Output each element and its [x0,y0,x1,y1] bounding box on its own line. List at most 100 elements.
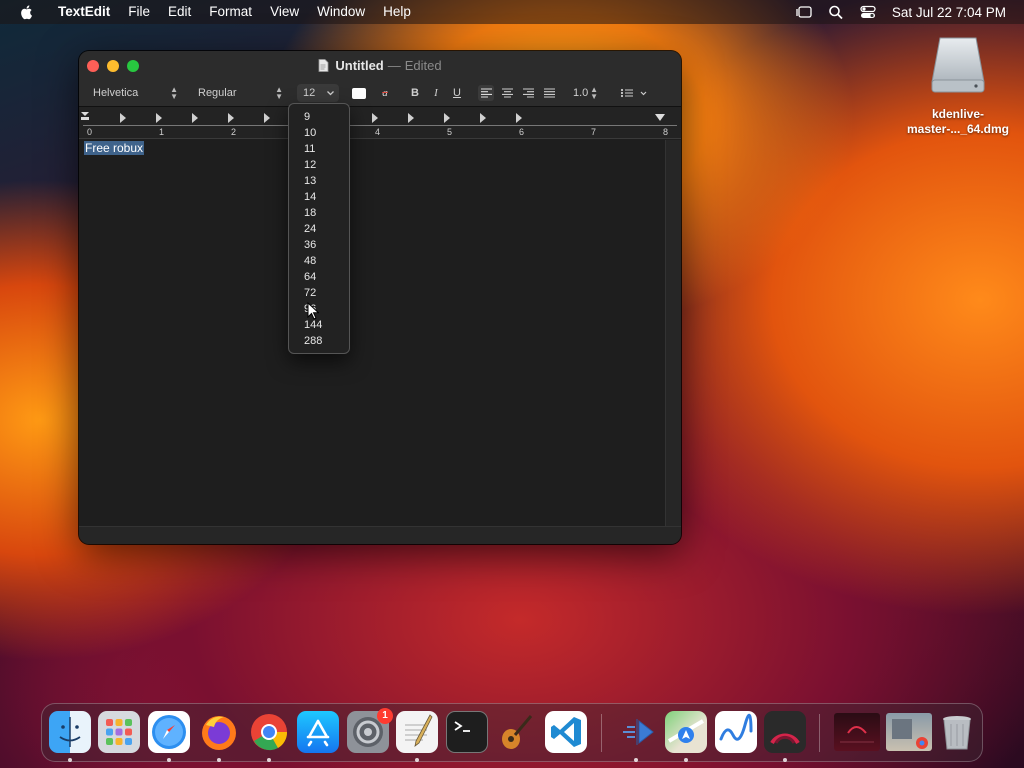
dock-terminal-icon[interactable] [446,711,488,753]
highlight-color-button[interactable]: a [377,85,393,101]
document-text-area[interactable]: Free robux [79,140,665,526]
font-size-dropdown-menu: 9 10 11 12 13 14 18 24 36 48 64 72 96 14… [288,103,350,354]
textedit-window: Untitled — Edited Helvetica ▲ ▼ Regular ▲ ▼ … [79,51,681,544]
menu-format[interactable]: Format [200,0,261,24]
desktop-dmg-file[interactable]: kdenlive- master-..._64.dmg [898,36,1018,137]
trash-can-icon [943,716,971,750]
underline-button[interactable]: U [449,85,465,101]
ruler-number: 6 [519,127,525,137]
font-size-option[interactable]: 14 [289,189,349,205]
dock-trash-icon[interactable] [936,711,978,753]
font-style-popup[interactable]: Regular ▲ ▼ [192,84,288,102]
dock-finder-icon[interactable] [49,711,91,753]
menu-file[interactable]: File [119,0,159,24]
align-center-button[interactable] [499,85,515,101]
ruler-number: 5 [447,127,453,137]
justify-button[interactable] [541,85,557,101]
font-size-option[interactable]: 11 [289,141,349,157]
menu-window[interactable]: Window [308,0,374,24]
menu-help[interactable]: Help [374,0,420,24]
control-center-icon[interactable] [859,4,877,20]
dock-chrome-icon[interactable] [248,711,290,753]
apple-menu-icon[interactable] [19,4,35,20]
mouse-pointer-icon [307,302,319,320]
align-left-button[interactable] [478,85,494,101]
selected-document-text[interactable]: Free robux [84,141,145,155]
align-center-icon [501,88,513,98]
menu-view[interactable]: View [261,0,308,24]
font-family-value: Helvetica [93,87,139,99]
tab-stop-marker[interactable] [444,113,450,123]
video-thumbnail-icon [840,726,874,743]
dock-system-settings-icon[interactable]: 1 [347,708,393,753]
tab-stop-marker[interactable] [516,113,522,123]
menu-clock[interactable]: Sat Jul 22 7:04 PM [892,5,1006,20]
tab-stop-marker[interactable] [408,113,414,123]
align-left-icon [480,88,492,98]
line-spacing-value: 1.0 [573,87,589,99]
line-spacing-popup[interactable]: 1.0 ▲ ▼ [567,84,603,102]
dock-recent-item-thumbnail[interactable] [834,713,880,751]
disk-image-icon [931,37,985,93]
window-titlebar[interactable]: Untitled — Edited Helvetica ▲ ▼ Regular ▲ ▼ … [79,51,681,107]
menu-edit[interactable]: Edit [159,0,200,24]
menu-app-name[interactable]: TextEdit [49,0,119,24]
ruler[interactable]: 0 1 2 3 4 5 6 7 8 [79,107,681,139]
align-right-button[interactable] [520,85,536,101]
dock-instruments-icon[interactable] [764,711,806,753]
dock-kdenlive-icon[interactable] [615,711,657,753]
align-right-icon [522,88,534,98]
tab-stop-marker[interactable] [120,113,126,123]
font-size-option[interactable]: 288 [289,333,349,349]
dock-vscode-icon[interactable] [545,711,587,753]
horizontal-scrollbar[interactable] [79,526,681,544]
dock-recent-item-thumbnail[interactable] [886,713,932,751]
stage-manager-icon[interactable] [795,4,813,20]
dock-safari-icon[interactable] [148,711,190,753]
tab-stop-marker[interactable] [192,113,198,123]
dock-freeform-icon[interactable] [715,711,757,753]
chevron-down-icon[interactable] [326,89,335,97]
list-bullets-popup[interactable] [619,84,651,102]
font-size-option[interactable]: 9 [289,109,349,125]
font-size-option[interactable]: 13 [289,173,349,189]
font-size-option[interactable]: 10 [289,125,349,141]
right-margin-marker-icon[interactable] [655,114,665,121]
text-color-well[interactable] [352,88,366,99]
font-size-option[interactable]: 96 [289,301,349,317]
font-size-option[interactable]: 18 [289,205,349,221]
font-size-option[interactable]: 144 [289,317,349,333]
font-style-value: Regular [198,87,237,99]
tab-stop-marker[interactable] [228,113,234,123]
font-size-option[interactable]: 72 [289,285,349,301]
bold-button[interactable]: B [407,85,423,101]
italic-button[interactable]: I [428,85,444,101]
title-separator: — [387,58,401,73]
tab-stop-marker[interactable] [156,113,162,123]
font-size-option[interactable]: 64 [289,269,349,285]
guitar-icon [502,715,533,749]
indent-marker-icon[interactable] [81,112,89,122]
font-size-option[interactable]: 12 [289,157,349,173]
tab-stop-marker[interactable] [264,113,270,123]
running-indicator [217,758,221,762]
vertical-scrollbar[interactable] [665,140,681,526]
font-size-option[interactable]: 24 [289,221,349,237]
document-title: Untitled [335,58,384,73]
dock-app-store-icon[interactable] [297,711,339,753]
font-family-popup[interactable]: Helvetica ▲ ▼ [87,84,183,102]
tab-stop-marker[interactable] [480,113,486,123]
firefox-logo-icon [202,716,236,750]
tab-stop-marker[interactable] [372,113,378,123]
dock-launchpad-icon[interactable] [98,711,140,753]
spotlight-search-icon[interactable] [827,4,845,20]
chrome-logo-icon [251,714,288,751]
font-size-option[interactable]: 36 [289,237,349,253]
font-size-option[interactable]: 48 [289,253,349,269]
desktop-icon-label-line1: kdenlive- [931,107,985,121]
dock-maps-icon[interactable] [665,711,707,753]
font-size-combo[interactable]: 12 [297,84,339,102]
dock-textedit-icon[interactable] [396,711,438,753]
dock-firefox-icon[interactable] [198,711,240,753]
dock-garageband-icon[interactable] [495,711,537,753]
